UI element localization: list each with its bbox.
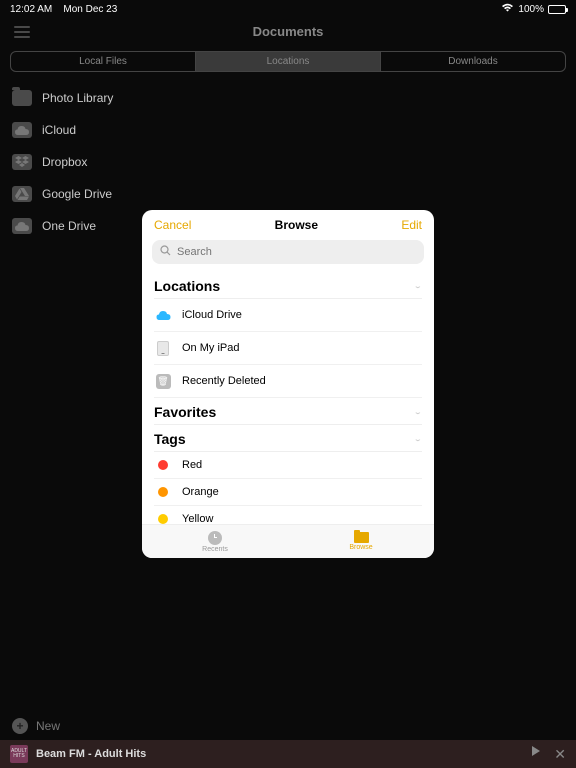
source-label: Dropbox	[42, 155, 87, 169]
modal-tabbar: Recents Browse	[142, 524, 434, 558]
tab-label: Recents	[202, 546, 228, 553]
segment-local-files[interactable]: Local Files	[11, 52, 195, 71]
folder-icon	[12, 90, 32, 106]
status-date: Mon Dec 23	[63, 4, 117, 15]
edit-button[interactable]: Edit	[401, 218, 422, 232]
segment-locations[interactable]: Locations	[195, 52, 380, 71]
section-favorites-title[interactable]: Favorites ⌄	[154, 398, 422, 425]
cloud-icon	[12, 122, 32, 138]
status-right: 100%	[501, 3, 566, 15]
row-icloud-drive[interactable]: iCloud Drive	[154, 299, 422, 332]
plus-icon: +	[12, 718, 28, 734]
source-item-photo-library[interactable]: Photo Library	[0, 82, 576, 114]
search-icon	[160, 245, 171, 259]
tag-row-red[interactable]: Red	[154, 452, 422, 479]
tab-browse[interactable]: Browse	[288, 525, 434, 558]
source-item-google-drive[interactable]: Google Drive	[0, 178, 576, 210]
section-tags-title[interactable]: Tags ⌄	[154, 425, 422, 452]
segmented-control: Local Files Locations Downloads	[10, 51, 566, 72]
chevron-down-icon: ⌄	[414, 436, 422, 443]
cloud-icon	[154, 306, 172, 324]
row-on-my-ipad[interactable]: On My iPad	[154, 332, 422, 365]
modal-header: Cancel Browse Edit	[142, 210, 434, 240]
player-title: Beam FM - Adult Hits	[36, 748, 146, 760]
battery-percent: 100%	[518, 4, 544, 15]
google-drive-icon	[12, 186, 32, 202]
modal-body: Locations ⌄ iCloud Drive On My iPad 🗑 Re…	[142, 272, 434, 524]
row-recently-deleted[interactable]: 🗑 Recently Deleted	[154, 365, 422, 398]
browse-modal: Cancel Browse Edit Locations ⌄ iCloud Dr…	[142, 210, 434, 558]
cancel-button[interactable]: Cancel	[154, 218, 191, 232]
tag-row-yellow[interactable]: Yellow	[154, 506, 422, 524]
clock-icon	[208, 531, 222, 545]
battery-icon	[548, 5, 566, 14]
player-bar: ADULT HITS Beam FM - Adult Hits ✕	[0, 740, 576, 768]
section-locations-title[interactable]: Locations ⌄	[154, 272, 422, 299]
row-label: Orange	[182, 486, 219, 498]
new-button[interactable]: + New	[12, 718, 60, 734]
tag-dot-icon	[158, 487, 168, 497]
search-wrap	[142, 240, 434, 272]
source-item-icloud[interactable]: iCloud	[0, 114, 576, 146]
menu-icon[interactable]	[10, 22, 34, 42]
search-box[interactable]	[152, 240, 424, 264]
chevron-down-icon: ⌄	[414, 409, 422, 416]
tab-recents[interactable]: Recents	[142, 525, 288, 558]
ipad-icon	[154, 339, 172, 357]
segment-downloads[interactable]: Downloads	[380, 52, 565, 71]
row-label: iCloud Drive	[182, 309, 242, 321]
status-time: 12:02 AM	[10, 4, 52, 15]
search-input[interactable]	[177, 246, 416, 258]
tag-dot-icon	[158, 460, 168, 470]
close-icon[interactable]: ✕	[554, 746, 566, 763]
source-label: iCloud	[42, 123, 76, 137]
source-label: Photo Library	[42, 91, 113, 105]
page-title: Documents	[0, 24, 576, 39]
player-controls: ✕	[532, 746, 566, 763]
trash-icon: 🗑	[154, 372, 172, 390]
dropbox-icon	[12, 154, 32, 170]
source-label: Google Drive	[42, 187, 112, 201]
row-label: Red	[182, 459, 202, 471]
tag-row-orange[interactable]: Orange	[154, 479, 422, 506]
tag-dot-icon	[158, 514, 168, 524]
source-label: One Drive	[42, 219, 96, 233]
source-item-dropbox[interactable]: Dropbox	[0, 146, 576, 178]
onedrive-icon	[12, 218, 32, 234]
modal-title: Browse	[275, 218, 318, 232]
row-label: Yellow	[182, 513, 213, 524]
player-thumbnail: ADULT HITS	[10, 745, 28, 763]
new-label: New	[36, 719, 60, 733]
row-label: On My iPad	[182, 342, 239, 354]
chevron-down-icon: ⌄	[414, 283, 422, 290]
row-label: Recently Deleted	[182, 375, 266, 387]
wifi-icon	[501, 3, 514, 15]
play-icon[interactable]	[532, 746, 540, 756]
main-header: Documents	[0, 18, 576, 45]
status-bar: 12:02 AM Mon Dec 23 100%	[0, 0, 576, 18]
folder-icon	[354, 532, 369, 543]
tab-label: Browse	[349, 544, 372, 551]
status-left: 12:02 AM Mon Dec 23	[10, 4, 117, 15]
